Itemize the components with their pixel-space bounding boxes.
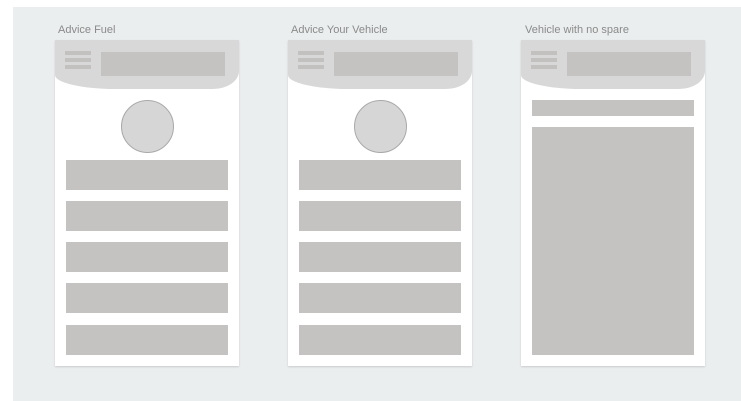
- subheader-placeholder: [532, 100, 694, 116]
- hamburger-menu-icon[interactable]: [298, 51, 324, 75]
- list-item[interactable]: [66, 242, 228, 272]
- title-placeholder: [334, 52, 458, 76]
- phone-frame-advice-your-vehicle[interactable]: [288, 40, 472, 366]
- avatar-placeholder: [121, 100, 174, 153]
- list-item[interactable]: [66, 325, 228, 355]
- list-item[interactable]: [66, 160, 228, 190]
- hamburger-menu-icon[interactable]: [531, 51, 557, 75]
- app-header: [288, 40, 472, 89]
- app-header: [55, 40, 239, 89]
- list-item[interactable]: [299, 160, 461, 190]
- list-item[interactable]: [299, 201, 461, 231]
- list-item[interactable]: [66, 201, 228, 231]
- phone-frame-advice-fuel[interactable]: [55, 40, 239, 366]
- avatar-placeholder: [354, 100, 407, 153]
- title-placeholder: [567, 52, 691, 76]
- frame-label-advice-fuel[interactable]: Advice Fuel: [58, 24, 115, 37]
- list-item[interactable]: [299, 283, 461, 313]
- hamburger-menu-icon[interactable]: [65, 51, 91, 75]
- content-placeholder: [532, 127, 694, 355]
- list-item[interactable]: [299, 242, 461, 272]
- list-item[interactable]: [299, 325, 461, 355]
- app-header: [521, 40, 705, 89]
- title-placeholder: [101, 52, 225, 76]
- phone-frame-vehicle-with-no-spare[interactable]: [521, 40, 705, 366]
- frame-label-vehicle-with-no-spare[interactable]: Vehicle with no spare: [525, 24, 629, 37]
- list-item[interactable]: [66, 283, 228, 313]
- frame-label-advice-your-vehicle[interactable]: Advice Your Vehicle: [291, 24, 388, 37]
